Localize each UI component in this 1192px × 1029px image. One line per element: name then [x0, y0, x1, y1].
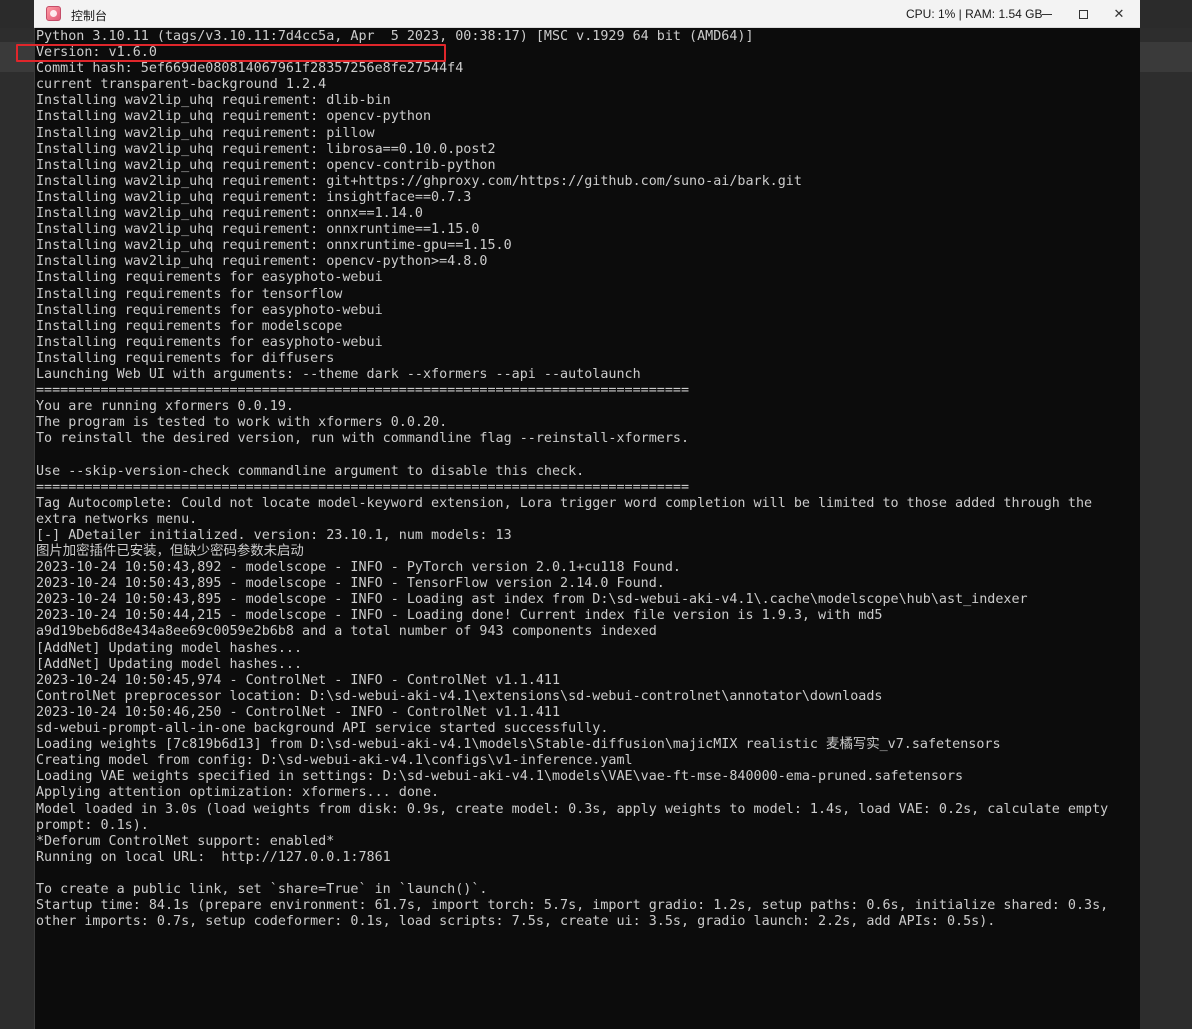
- console-line: Installing wav2lip_uhq requirement: libr…: [36, 141, 496, 157]
- console-line: Installing requirements for easyphoto-we…: [36, 302, 383, 318]
- console-line: Installing wav2lip_uhq requirement: insi…: [36, 189, 472, 205]
- console-line: *Deforum ControlNet support: enabled*: [36, 833, 335, 849]
- console-line: 2023-10-24 10:50:45,974 - ControlNet - I…: [36, 672, 561, 688]
- close-icon: ✕: [1113, 6, 1125, 21]
- console-line: Installing wav2lip_uhq requirement: open…: [36, 109, 432, 125]
- console-line: Loading weights [7c819b6d13] from D:\sd-…: [36, 737, 1001, 753]
- console-line: ========================================…: [36, 479, 690, 495]
- console-line: 2023-10-24 10:50:43,895 - modelscope - I…: [36, 592, 1028, 608]
- console-line: ControlNet preprocessor location: D:\sd-…: [36, 688, 883, 704]
- console-output[interactable]: Python 3.10.11 (tags/v3.10.11:7d4cc5a, A…: [34, 28, 1140, 1029]
- maximize-icon: [1078, 9, 1088, 19]
- console-line: Installing wav2lip_uhq requirement: onnx…: [36, 206, 423, 222]
- version-highlight-box: [16, 44, 446, 62]
- console-line: Startup time: 84.1s (prepare environment…: [36, 898, 1109, 914]
- console-line: other imports: 0.7s, setup codeformer: 0…: [36, 914, 996, 930]
- console-line: 图片加密插件已安装，但缺少密码参数未启动: [36, 544, 304, 559]
- console-line: Launching Web UI with arguments: --theme…: [36, 366, 641, 382]
- console-line: Installing wav2lip_uhq requirement: dlib…: [36, 93, 391, 109]
- console-line: a9d19beb6d8e434a8ee69c0059e2b6b8 and a t…: [36, 624, 657, 640]
- minimize-button[interactable]: [1030, 0, 1064, 28]
- console-line: Installing requirements for easyphoto-we…: [36, 334, 383, 350]
- console-line: To reinstall the desired version, run wi…: [36, 431, 690, 447]
- minimize-icon: [1042, 13, 1052, 15]
- console-line: prompt: 0.1s).: [36, 817, 149, 833]
- console-line: Installing wav2lip_uhq requirement: open…: [36, 254, 488, 270]
- background-window-right: [1140, 28, 1192, 1029]
- console-line: current transparent-background 1.2.4: [36, 77, 327, 93]
- console-line: Loading VAE weights specified in setting…: [36, 769, 964, 785]
- console-line: Creating model from config: D:\sd-webui-…: [36, 753, 633, 769]
- console-line: Installing wav2lip_uhq requirement: onnx…: [36, 238, 512, 254]
- console-line: 2023-10-24 10:50:43,892 - modelscope - I…: [36, 560, 681, 576]
- console-line: Applying attention optimization: xformer…: [36, 785, 440, 801]
- console-line: Installing requirements for easyphoto-we…: [36, 270, 383, 286]
- title-bar[interactable]: 控制台 CPU: 1% | RAM: 1.54 GB ✕: [34, 0, 1140, 28]
- console-line: Installing wav2lip_uhq requirement: onnx…: [36, 222, 480, 238]
- console-line: Installing wav2lip_uhq requirement: open…: [36, 157, 496, 173]
- console-line: extra networks menu.: [36, 511, 198, 527]
- console-line: Installing requirements for diffusers: [36, 350, 335, 366]
- background-toolbar-right: [1140, 42, 1192, 72]
- console-line: Installing wav2lip_uhq requirement: pill…: [36, 125, 375, 141]
- window-title: 控制台: [71, 9, 108, 23]
- console-line: You are running xformers 0.0.19.: [36, 399, 294, 415]
- console-line: 2023-10-24 10:50:46,250 - ControlNet - I…: [36, 704, 561, 720]
- app-icon: [46, 6, 61, 21]
- console-line: The program is tested to work with xform…: [36, 415, 448, 431]
- background-window-left: [0, 28, 34, 1029]
- console-line: [AddNet] Updating model hashes...: [36, 640, 303, 656]
- console-line: To create a public link, set `share=True…: [36, 881, 488, 897]
- resource-status: CPU: 1% | RAM: 1.54 GB: [906, 7, 1043, 21]
- console-line: Commit hash: 5ef669de080814067961f283572…: [36, 61, 464, 77]
- console-line: Installing wav2lip_uhq requirement: git+…: [36, 173, 802, 189]
- console-line: Use --skip-version-check commandline arg…: [36, 463, 585, 479]
- console-lines: Python 3.10.11 (tags/v3.10.11:7d4cc5a, A…: [36, 29, 1108, 930]
- console-line: [-] ADetailer initialized. version: 23.1…: [36, 527, 512, 543]
- console-line: Installing requirements for modelscope: [36, 318, 343, 334]
- maximize-button[interactable]: [1066, 0, 1100, 28]
- console-line: sd-webui-prompt-all-in-one background AP…: [36, 721, 609, 737]
- console-line: ========================================…: [36, 383, 690, 399]
- console-line: Installing requirements for tensorflow: [36, 286, 343, 302]
- console-line: 2023-10-24 10:50:43,895 - modelscope - I…: [36, 576, 665, 592]
- console-line: Running on local URL: http://127.0.0.1:7…: [36, 849, 391, 865]
- console-line: Model loaded in 3.0s (load weights from …: [36, 801, 1109, 817]
- close-button[interactable]: ✕: [1102, 0, 1136, 28]
- console-line: [AddNet] Updating model hashes...: [36, 656, 303, 672]
- console-line: Python 3.10.11 (tags/v3.10.11:7d4cc5a, A…: [36, 29, 754, 44]
- console-line: Tag Autocomplete: Could not locate model…: [36, 495, 1093, 511]
- console-line: 2023-10-24 10:50:44,215 - modelscope - I…: [36, 608, 883, 624]
